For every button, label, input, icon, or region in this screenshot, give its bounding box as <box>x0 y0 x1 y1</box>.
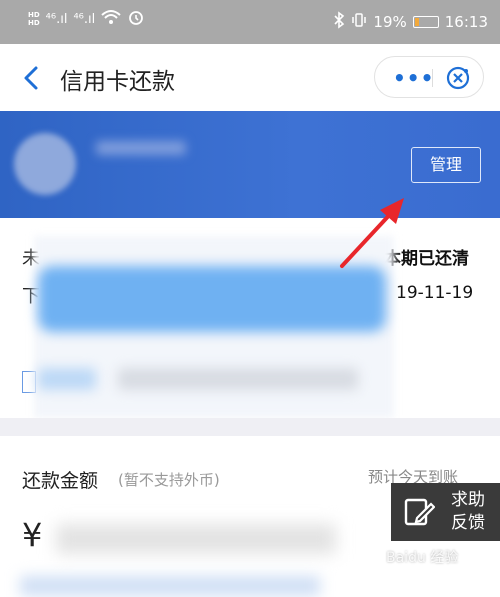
title-bar: 信用卡还款 ••• <box>0 44 500 111</box>
hd-label-top: HD <box>28 11 40 19</box>
baidu-watermark: Baidu 经验 <box>386 550 459 566</box>
feedback-line-1: 求助 <box>451 490 485 510</box>
blurred-footer-text <box>20 576 320 596</box>
feedback-label: 求助 反馈 <box>451 489 485 535</box>
amount-input[interactable] <box>56 524 336 554</box>
blurred-tag <box>38 368 96 390</box>
amount-label: 还款金额 <box>22 470 99 492</box>
annotation-arrow-icon <box>340 198 404 268</box>
card-name-blurred <box>96 141 186 155</box>
bluetooth-icon <box>333 11 345 33</box>
signal-icon-2: ⁴⁶.ıl <box>73 11 96 27</box>
capsule-divider <box>432 69 433 87</box>
battery-icon <box>412 16 439 28</box>
hd-indicator: HD HD <box>28 11 40 27</box>
signal-icon-1: ⁴⁶.ıl <box>45 11 68 27</box>
chevron-left-icon <box>24 66 38 90</box>
section-divider <box>0 418 500 436</box>
bank-avatar <box>14 133 76 195</box>
blurred-text-line <box>118 368 358 390</box>
manage-button[interactable]: 管理 <box>411 147 481 183</box>
amount-note: (暂不支持外币) <box>118 471 220 489</box>
status-right: 19% 16:13 <box>333 11 488 33</box>
currency-symbol: ¥ <box>22 516 43 554</box>
due-date: 19-11-19 <box>396 283 474 303</box>
close-icon <box>446 66 470 90</box>
mini-app-capsule: ••• <box>374 56 484 98</box>
alarm-icon <box>127 8 145 30</box>
page-title: 信用卡还款 <box>60 69 175 95</box>
wifi-icon <box>101 9 121 29</box>
card-header: 管理 <box>0 111 500 218</box>
clock: 16:13 <box>444 13 488 31</box>
vibrate-icon <box>351 12 367 32</box>
status-bar: HD HD ⁴⁶.ıl ⁴⁶.ıl 19% 16:13 <box>0 0 500 44</box>
more-button[interactable]: ••• <box>393 66 434 90</box>
status-left: HD HD ⁴⁶.ıl ⁴⁶.ıl <box>28 8 145 30</box>
feedback-button[interactable]: 求助 反馈 <box>391 483 500 541</box>
battery-percent: 19% <box>373 13 407 31</box>
blurred-action-bar <box>38 266 386 332</box>
close-button[interactable] <box>445 65 471 91</box>
back-button[interactable] <box>20 64 44 92</box>
feedback-line-2: 反馈 <box>451 513 485 533</box>
hd-label-bottom: HD <box>28 19 40 27</box>
edit-icon <box>403 496 436 528</box>
